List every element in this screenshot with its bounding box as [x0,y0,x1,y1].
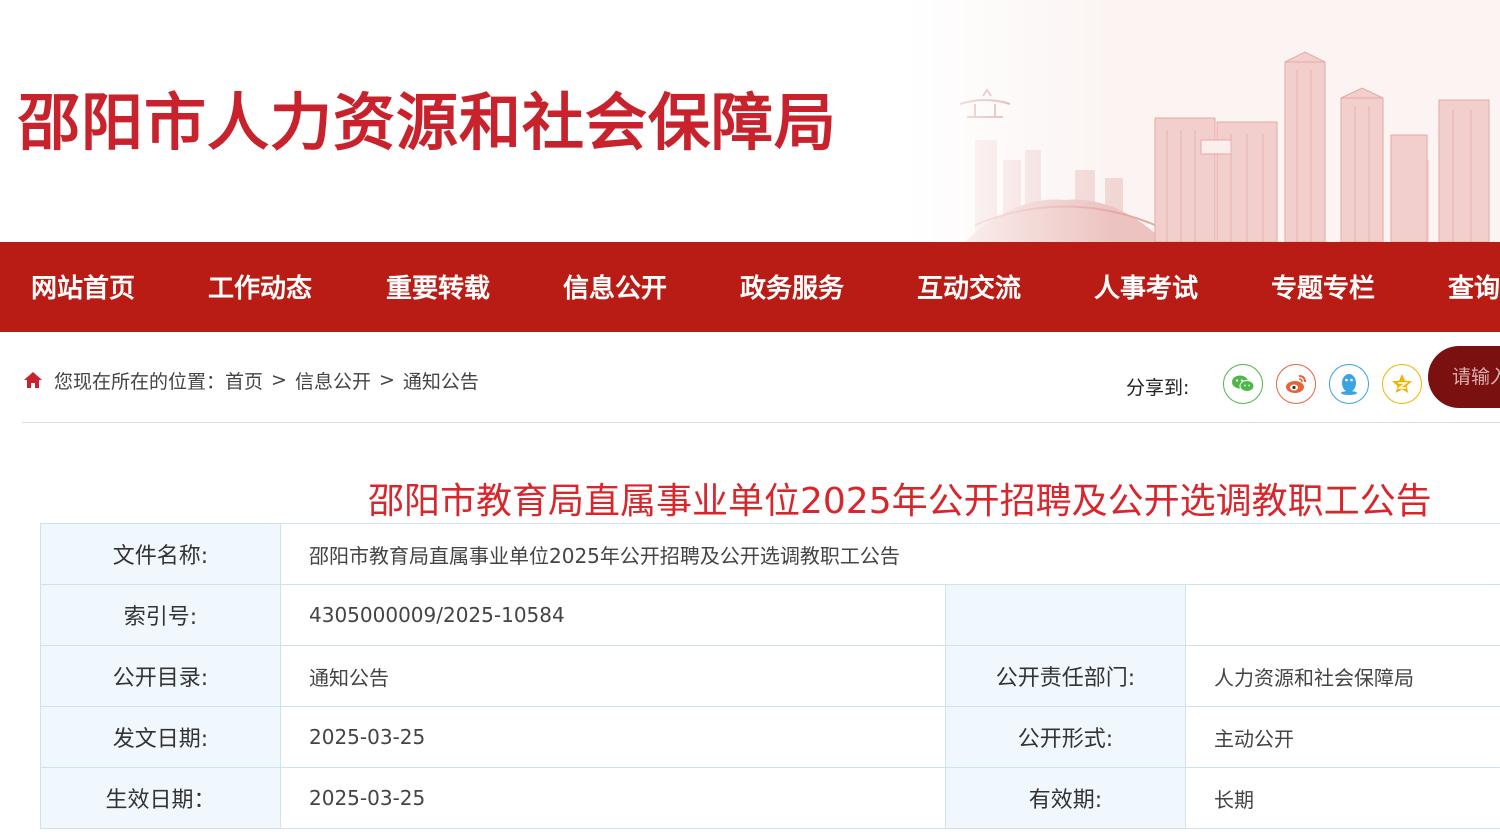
validity-label: 有效期: [945,767,1186,829]
search-input[interactable]: 请输入 [1428,346,1500,408]
meta-row-effective-date: 生效日期： 2025-03-25 有效期: 长期 [40,767,1500,829]
catalog-label: 公开目录: [40,645,281,707]
dept-value: 人力资源和社会保障局 [1184,645,1500,707]
breadcrumb-separator: > [378,369,395,391]
index-value: 4305000009/2025-10584 [280,584,946,646]
validity-value: 长期 [1184,767,1500,829]
nav-item-reprints[interactable]: 重要转载 [386,242,490,332]
dept-label: 公开责任部门: [945,645,1186,707]
weibo-icon [1286,375,1306,393]
breadcrumb-divider [22,422,1500,423]
qzone-star-icon [1392,374,1412,393]
breadcrumb-prefix: 您现在所在的位置： [54,370,226,393]
meta-row-file-name: 文件名称: 邵阳市教育局直属事业单位2025年公开招聘及公开选调教职工公告 [40,523,1500,585]
effective-date-value: 2025-03-25 [280,767,946,829]
meta-row-issue-date: 发文日期: 2025-03-25 公开形式: 主动公开 [40,706,1500,768]
qq-penguin-icon [1341,374,1357,395]
share-qzone-button[interactable] [1382,364,1422,404]
nav-item-info-disclosure[interactable]: 信息公开 [563,242,667,332]
disclosure-form-label: 公开形式: [945,706,1186,768]
nav-item-work-news[interactable]: 工作动态 [208,242,312,332]
effective-date-label: 生效日期： [40,767,281,829]
breadcrumb: 您现在所在的位置： 首页 > 信息公开 > 通知公告 [22,360,479,400]
nav-item-special-topics[interactable]: 专题专栏 [1271,242,1375,332]
share-weibo-button[interactable] [1276,364,1316,404]
nav-item-personnel-exam[interactable]: 人事考试 [1094,242,1198,332]
breadcrumb-link-info-disclosure[interactable]: 信息公开 [295,367,371,394]
nav-item-query[interactable]: 查询 [1448,242,1500,332]
index-label: 索引号: [40,584,281,646]
catalog-value: 通知公告 [280,645,946,707]
meta-row-index: 索引号: 4305000009/2025-10584 [40,584,1500,646]
home-icon [24,372,42,388]
empty-key-cell [945,584,1186,646]
share-qq-button[interactable] [1329,364,1369,404]
city-skyline-banner [905,0,1500,242]
share-label: 分享到: [1126,377,1190,399]
breadcrumb-separator: > [271,369,287,391]
issue-date-value: 2025-03-25 [280,706,946,768]
wechat-icon [1232,375,1255,392]
file-name-label: 文件名称: [40,523,281,585]
nav-item-home[interactable]: 网站首页 [31,242,135,332]
empty-value-cell [1184,584,1500,646]
nav-item-gov-services[interactable]: 政务服务 [740,242,844,332]
nav-item-interaction[interactable]: 互动交流 [917,242,1021,332]
disclosure-form-value: 主动公开 [1184,706,1500,768]
breadcrumb-link-home[interactable]: 首页 [225,367,263,394]
site-title[interactable]: 邵阳市人力资源和社会保障局 [18,72,837,162]
document-meta-table: 文件名称: 邵阳市教育局直属事业单位2025年公开招聘及公开选调教职工公告 索引… [40,523,1500,829]
breadcrumb-link-notices[interactable]: 通知公告 [403,367,479,394]
site-header: 邵阳市人力资源和社会保障局 [0,0,1500,242]
file-name-value: 邵阳市教育局直属事业单位2025年公开招聘及公开选调教职工公告 [279,523,1500,585]
share-wechat-button[interactable] [1223,364,1263,404]
article-title: 邵阳市教育局直属事业单位2025年公开招聘及公开选调教职工公告 [368,481,1432,522]
issue-date-label: 发文日期: [40,706,281,768]
meta-row-catalog: 公开目录: 通知公告 公开责任部门: 人力资源和社会保障局 [40,645,1500,707]
main-nav: 网站首页 工作动态 重要转载 信息公开 政务服务 互动交流 人事考试 专题专栏 … [0,242,1500,332]
